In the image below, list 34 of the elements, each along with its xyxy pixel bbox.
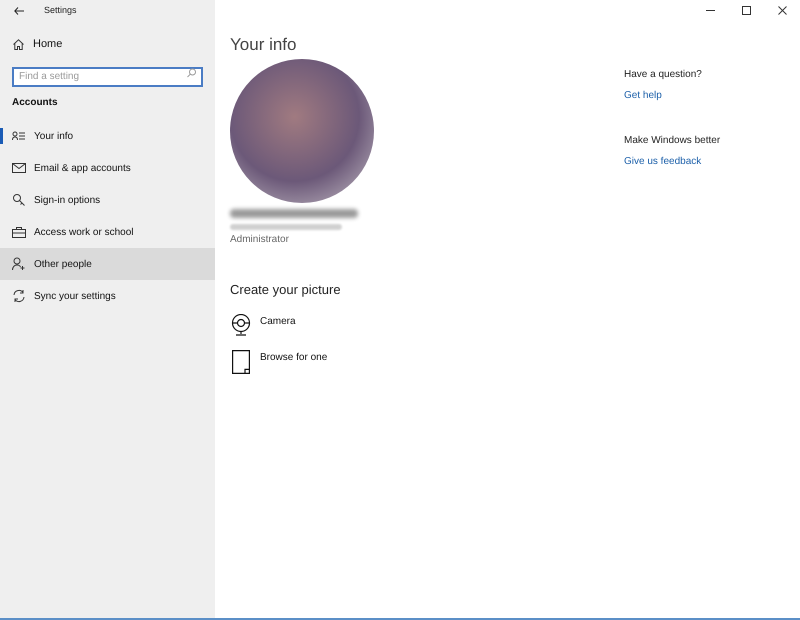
house-icon [13,38,24,50]
contact-card-icon [12,131,26,141]
nav-item[interactable]: Email & app accounts [0,152,215,184]
page-title: Your info [230,36,298,53]
close-button[interactable] [776,4,788,16]
aside-heading: Have a question? [624,68,703,82]
help-link[interactable]: Get help [624,88,662,103]
maximize-icon [742,6,750,14]
account-role: Administrator [230,233,290,247]
briefcase-icon [12,226,26,238]
close-icon [778,6,786,14]
picture-option[interactable]: Camera [230,314,296,336]
aside-heading: Make Windows better [624,134,720,148]
document-icon [232,350,250,374]
nav-item[interactable]: Other people [0,248,215,280]
nav-item[interactable]: Sync your settings [0,280,215,312]
section-heading: Create your picture [230,281,342,299]
search-field[interactable]: Find a setting [12,66,203,86]
search-icon [187,68,196,78]
home-link[interactable]: Home [13,34,62,54]
picture-option[interactable]: Browse for one [230,350,328,374]
back-arrow-icon [14,7,24,15]
envelope-icon [12,163,26,173]
person-plus-icon [12,257,26,271]
sync-icon [12,289,26,303]
nav-item[interactable]: Access work or school [0,216,215,248]
nav-item[interactable]: Your info [0,120,215,152]
key-icon [12,193,26,207]
help-link[interactable]: Give us feedback [624,154,702,169]
nav-item[interactable]: Sign-in options [0,184,215,216]
maximize-button[interactable] [740,4,752,16]
section-heading: Accounts [12,96,59,110]
window-title: Settings [44,4,77,18]
webcam-icon [231,314,251,336]
